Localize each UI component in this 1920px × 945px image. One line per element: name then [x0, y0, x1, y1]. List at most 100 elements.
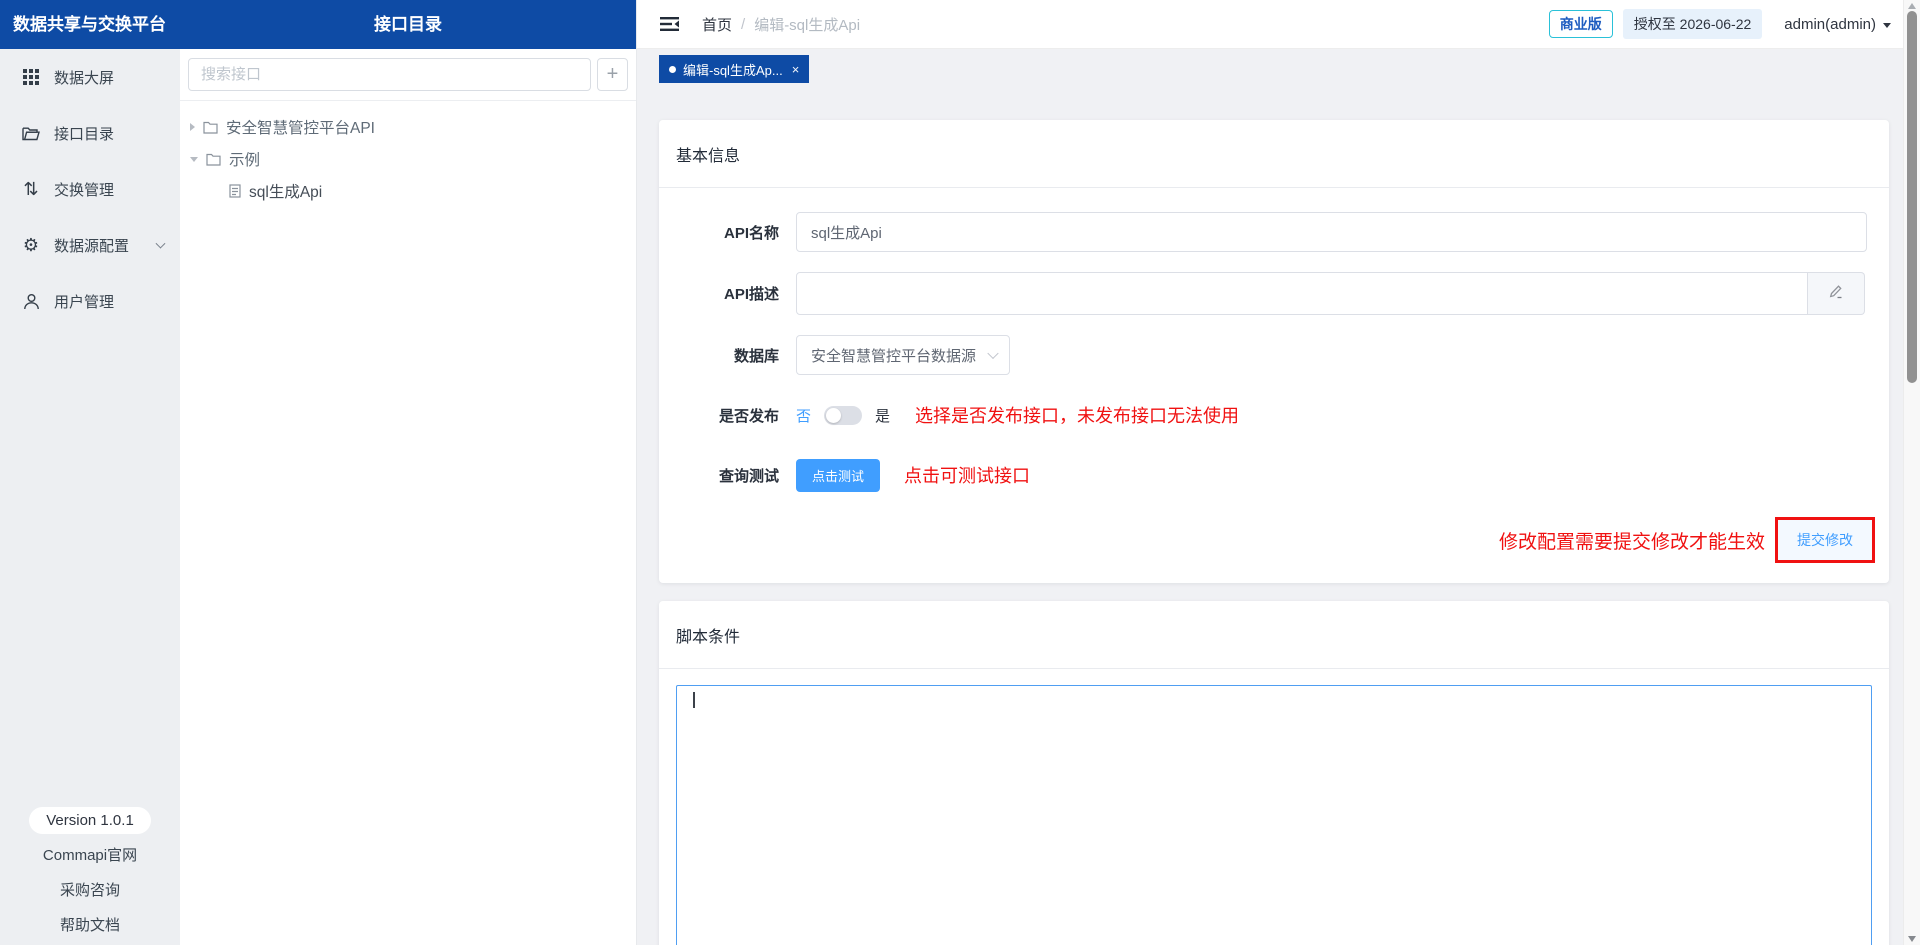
api-desc-label: API描述 — [723, 286, 779, 303]
tree-node-label: 示例 — [229, 152, 261, 169]
database-select-value: 安全智慧管控平台数据源 — [811, 347, 977, 365]
sidebar: 数据共享与交换平台 数据大屏 接口目录 ⇅ 交换管理 ⚙ 数据源配置 用户管理 … — [0, 0, 180, 945]
vertical-scrollbar[interactable] — [1903, 0, 1920, 945]
tabbar: 编辑-sql生成Ap... × — [637, 49, 1903, 88]
script-editor[interactable] — [676, 685, 1872, 945]
database-select[interactable]: 安全智慧管控平台数据源 — [796, 335, 1010, 375]
app-brand: 数据共享与交换平台 — [0, 0, 180, 49]
link-purchase[interactable]: 采购咨询 — [0, 873, 180, 908]
main-area: 首页 / 编辑-sql生成Api 商业版 授权至 2026-06-22 admi… — [637, 0, 1903, 945]
topbar: 首页 / 编辑-sql生成Api 商业版 授权至 2026-06-22 admi… — [637, 0, 1903, 49]
user-menu[interactable]: admin(admin) — [1784, 16, 1891, 33]
script-body — [659, 669, 1889, 945]
sidebar-item-label: 数据大屏 — [54, 69, 115, 87]
sidebar-footer: Version 1.0.1 Commapi官网 采购咨询 帮助文档 — [0, 807, 180, 943]
caret-down-icon[interactable] — [190, 156, 198, 162]
api-name-row: API名称 — [659, 212, 1889, 252]
grid-icon — [21, 67, 41, 87]
sidebar-nav: 数据大屏 接口目录 ⇅ 交换管理 ⚙ 数据源配置 用户管理 — [0, 49, 180, 329]
sidebar-item-api-catalog[interactable]: 接口目录 — [0, 105, 180, 161]
test-row: 查询测试 点击测试 点击可测试接口 — [659, 455, 1889, 495]
basic-info-title: 基本信息 — [659, 120, 1889, 188]
exchange-icon: ⇅ — [23, 179, 39, 199]
api-desc-input[interactable] — [796, 272, 1808, 315]
api-desc-row: API描述 — [659, 272, 1889, 315]
test-label: 查询测试 — [718, 467, 779, 485]
publish-label: 是否发布 — [718, 407, 779, 425]
sidebar-item-label: 用户管理 — [54, 293, 115, 311]
tree-node-folder[interactable]: 示例 — [180, 143, 636, 175]
gear-icon: ⚙ — [22, 235, 40, 255]
sidebar-item-data-screen[interactable]: 数据大屏 — [0, 49, 180, 105]
scrollbar-thumb[interactable] — [1907, 11, 1917, 383]
tree-panel-title: 接口目录 — [180, 0, 636, 49]
close-icon[interactable]: × — [792, 62, 800, 77]
folder-icon — [203, 121, 218, 134]
database-label: 数据库 — [733, 347, 779, 365]
publish-off-label: 否 — [796, 407, 812, 425]
basic-info-form: API名称 API描述 — [659, 188, 1889, 583]
link-commapi-site[interactable]: Commapi官网 — [0, 838, 180, 873]
database-row: 数据库 安全智慧管控平台数据源 — [659, 335, 1889, 375]
user-name: admin(admin) — [1784, 15, 1876, 33]
publish-toggle[interactable] — [824, 405, 863, 425]
toggle-knob — [826, 407, 842, 423]
api-name-input[interactable] — [796, 212, 1867, 252]
caret-right-icon[interactable] — [190, 123, 195, 131]
sidebar-item-users[interactable]: 用户管理 — [0, 273, 180, 329]
add-api-button[interactable]: + — [597, 58, 628, 91]
menu-fold-icon[interactable] — [660, 15, 680, 33]
breadcrumb-current: 编辑-sql生成Api — [754, 16, 861, 34]
pencil-icon — [1828, 283, 1844, 304]
sidebar-item-datasource[interactable]: ⚙ 数据源配置 — [0, 217, 180, 273]
sidebar-item-label: 交换管理 — [54, 181, 115, 199]
plus-icon: + — [606, 63, 619, 85]
tree-node-api[interactable]: sql生成Api — [180, 175, 636, 207]
submit-row: 修改配置需要提交修改才能生效 提交修改 — [659, 517, 1889, 563]
script-condition-title: 脚本条件 — [659, 601, 1889, 669]
api-tree: 安全智慧管控平台API 示例 sql生成Api — [180, 101, 636, 207]
edit-desc-button[interactable] — [1808, 272, 1865, 315]
license-badge: 授权至 2026-06-22 — [1622, 9, 1763, 39]
api-desc-group — [796, 272, 1865, 315]
search-input[interactable] — [188, 58, 591, 91]
caret-down-icon — [1883, 22, 1891, 28]
submit-hint: 修改配置需要提交修改才能生效 — [1498, 531, 1765, 553]
content: 基本信息 API名称 API描述 — [637, 120, 1903, 945]
submit-changes-button[interactable]: 提交修改 — [1775, 517, 1875, 563]
tree-search-row: + — [180, 49, 636, 101]
sidebar-item-label: 数据源配置 — [54, 237, 130, 255]
edition-badge[interactable]: 商业版 — [1548, 10, 1613, 38]
publish-row: 是否发布 否 是 选择是否发布接口，未发布接口无法使用 — [659, 395, 1889, 435]
tab-label: 编辑-sql生成Ap... — [683, 62, 783, 78]
basic-info-card: 基本信息 API名称 API描述 — [659, 120, 1889, 583]
test-hint: 点击可测试接口 — [904, 466, 1031, 486]
breadcrumb-separator: / — [741, 15, 746, 33]
script-condition-card: 脚本条件 — [659, 601, 1889, 945]
breadcrumb-home[interactable]: 首页 — [702, 14, 732, 35]
publish-on-label: 是 — [875, 407, 891, 425]
tab-active-dot-icon — [669, 65, 676, 73]
tab-edit-api[interactable]: 编辑-sql生成Ap... × — [659, 55, 810, 83]
chevron-down-icon — [155, 238, 166, 249]
run-test-button[interactable]: 点击测试 — [796, 458, 881, 492]
chevron-down-icon — [987, 347, 999, 360]
sidebar-item-exchange[interactable]: ⇅ 交换管理 — [0, 161, 180, 217]
scroll-down-icon[interactable] — [1908, 936, 1916, 942]
link-help-docs[interactable]: 帮助文档 — [0, 908, 180, 943]
tree-node-folder[interactable]: 安全智慧管控平台API — [180, 111, 636, 143]
folder-icon — [21, 123, 41, 143]
folder-icon — [206, 153, 221, 166]
topbar-right: 商业版 授权至 2026-06-22 admin(admin) — [1548, 9, 1891, 39]
tree-node-label: 安全智慧管控平台API — [226, 120, 375, 137]
publish-hint: 选择是否发布接口，未发布接口无法使用 — [915, 406, 1240, 426]
version-badge: Version 1.0.1 — [29, 807, 151, 834]
api-tree-panel: 接口目录 + 安全智慧管控平台API 示例 — [180, 0, 637, 945]
api-name-label: API名称 — [723, 224, 779, 242]
user-icon — [21, 291, 41, 311]
sidebar-item-label: 接口目录 — [54, 125, 115, 143]
scroll-up-icon[interactable] — [1908, 3, 1916, 9]
breadcrumb: 首页 / 编辑-sql生成Api — [702, 14, 860, 35]
text-cursor — [693, 692, 695, 708]
tree-node-label: sql生成Api — [249, 184, 323, 201]
